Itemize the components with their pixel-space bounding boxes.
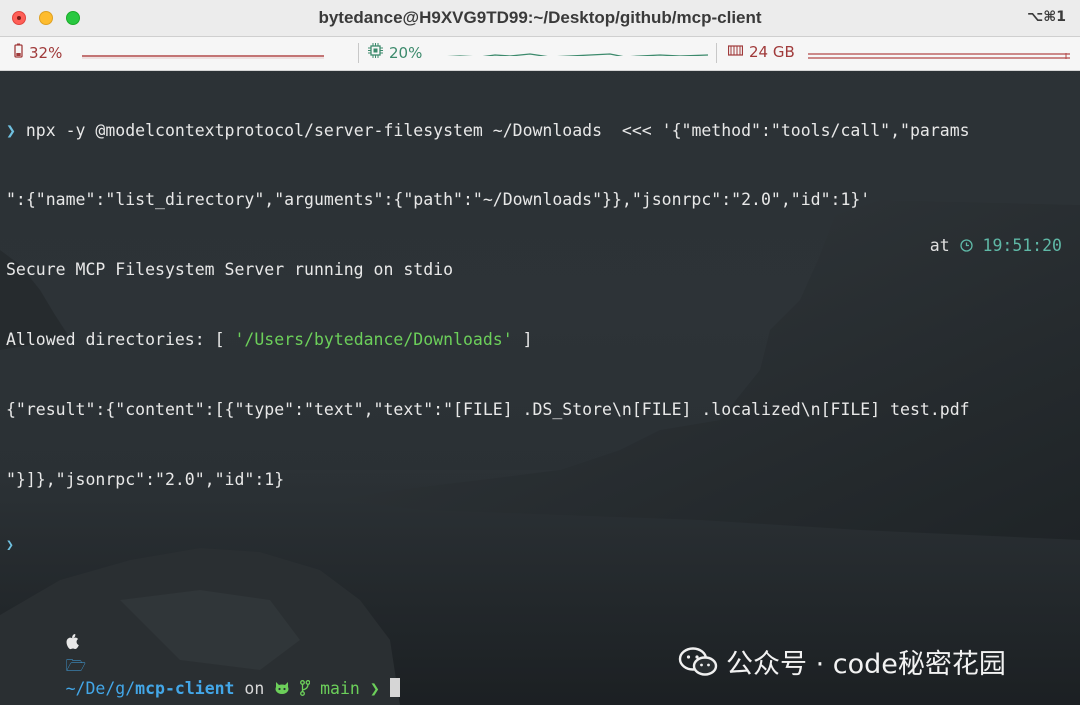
terminal-output[interactable]: ❯ npx -y @modelcontextprotocol/server-fi… bbox=[6, 72, 1076, 699]
prompt-symbol: ❯ bbox=[6, 537, 14, 553]
terminal-window: bytedance@H9XVG9TD99:~/Desktop/github/mc… bbox=[0, 0, 1080, 705]
wechat-icon bbox=[678, 647, 718, 676]
git-branch-name: main bbox=[320, 679, 360, 699]
watermark-text: 公众号 · code秘密花园 bbox=[726, 649, 1006, 680]
github-icon bbox=[275, 682, 289, 695]
folder-icon: 🗁 bbox=[65, 656, 87, 676]
cpu-percent: 20% bbox=[389, 44, 423, 62]
output-prefix: Allowed directories: [ bbox=[6, 330, 235, 350]
text-cursor[interactable] bbox=[389, 678, 400, 698]
prompt-marker-line: ❯ bbox=[6, 538, 1076, 553]
shell-prompt[interactable]: 🗁 ~/De/g/mcp-client on main ❯ bbox=[6, 608, 1076, 698]
cpu-status: 20% bbox=[368, 43, 422, 62]
prompt-arrow: ❯ bbox=[369, 679, 380, 699]
battery-icon bbox=[14, 43, 23, 62]
command-line-continued: ":{"name":"list_directory","arguments":{… bbox=[6, 190, 871, 210]
command-line: ❯ npx -y @modelcontextprotocol/server-fi… bbox=[6, 119, 1076, 142]
git-branch-icon bbox=[290, 679, 320, 698]
battery-percent: 32% bbox=[29, 44, 63, 62]
json-result-line-continued: "}]},"jsonrpc":"2.0","id":1} bbox=[6, 470, 285, 490]
right-prompt: at 19:51:20 bbox=[930, 236, 1062, 255]
cpu-icon bbox=[368, 43, 383, 62]
cpu-graph bbox=[446, 53, 708, 56]
json-result-line: {"result":{"content":[{"type":"text","te… bbox=[6, 400, 970, 420]
prompt-path-prefix: ~/De/g/ bbox=[65, 679, 136, 699]
command-text: npx -y @modelcontextprotocol/server-file… bbox=[15, 120, 970, 140]
output-suffix: ] bbox=[512, 330, 533, 350]
status-separator bbox=[716, 43, 717, 63]
prompt-symbol: ❯ bbox=[6, 120, 16, 140]
allowed-directory-path: '/Users/bytedance/Downloads' bbox=[234, 330, 513, 350]
memory-graph bbox=[808, 53, 1070, 59]
status-bar: 32% 20% 24 GB bbox=[0, 37, 1080, 71]
apple-icon bbox=[66, 633, 79, 649]
title-bar: bytedance@H9XVG9TD99:~/Desktop/github/mc… bbox=[0, 0, 1080, 37]
output-line: Secure MCP Filesystem Server running on … bbox=[6, 260, 454, 280]
output-line: Allowed directories: [ '/Users/bytedance… bbox=[6, 328, 1076, 351]
prompt-at-label: at bbox=[929, 236, 950, 255]
status-separator bbox=[358, 43, 359, 63]
clock-icon bbox=[959, 236, 973, 255]
window-title: bytedance@H9XVG9TD99:~/Desktop/github/mc… bbox=[318, 8, 762, 27]
battery-status: 32% bbox=[14, 43, 62, 62]
prompt-directory: mcp-client bbox=[135, 679, 235, 699]
prompt-time: 19:51:20 bbox=[982, 236, 1062, 255]
battery-graph bbox=[82, 55, 324, 59]
window-shortcut: ⌥⌘1 bbox=[1027, 9, 1066, 25]
memory-usage: 24 GB bbox=[749, 43, 795, 61]
memory-status: 24 GB bbox=[727, 43, 795, 61]
prompt-on-label: on bbox=[234, 679, 275, 699]
memory-icon bbox=[727, 43, 744, 61]
